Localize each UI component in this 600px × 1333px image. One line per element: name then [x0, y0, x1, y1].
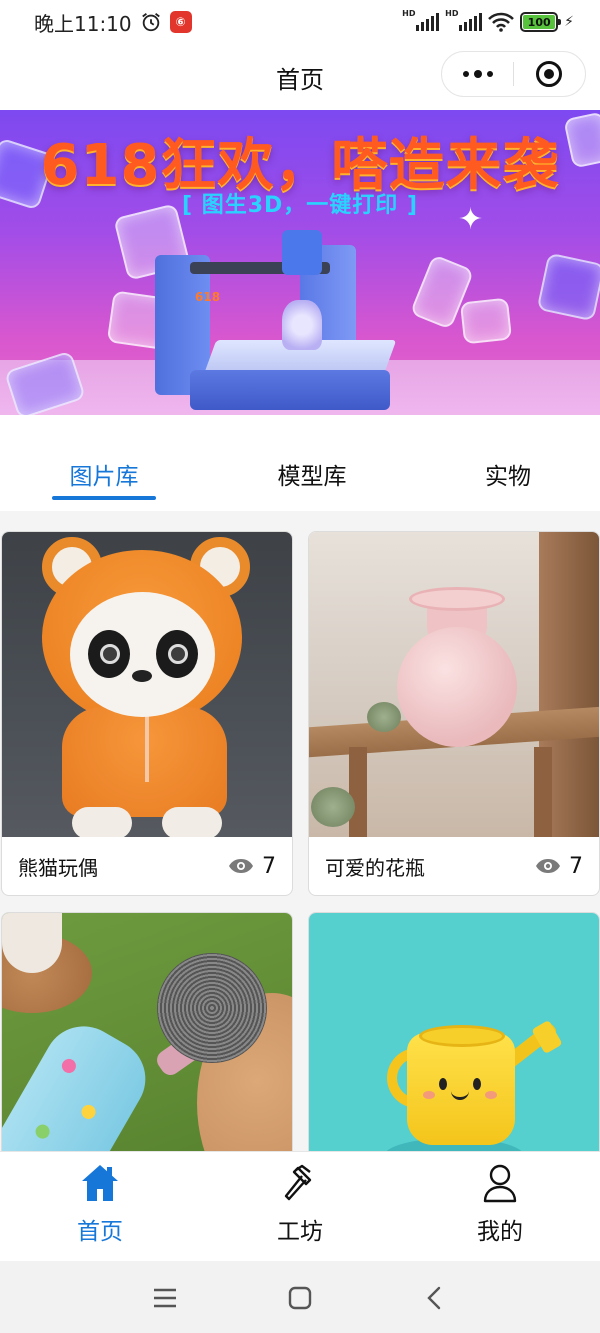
- succulent: [367, 702, 401, 732]
- tabbar-label: 我的: [477, 1219, 523, 1245]
- system-navigation-bar: [0, 1261, 600, 1333]
- printed-model: [282, 300, 322, 350]
- mic-decoration: [78, 1102, 99, 1122]
- panda-foot: [72, 807, 132, 837]
- vase-lip: [409, 587, 505, 611]
- card-title: 可爱的花瓶: [325, 855, 425, 880]
- can-body: [407, 1033, 515, 1145]
- alarm-icon: [141, 13, 160, 32]
- status-right: HD HD 100 ⚡: [402, 9, 574, 32]
- decor-cube: [459, 297, 513, 345]
- hammer-icon: [284, 1164, 312, 1201]
- tab-model-library[interactable]: 模型库: [247, 457, 377, 490]
- status-time: 晚上11:10: [34, 11, 132, 36]
- signal-icon-2: HD: [445, 9, 483, 31]
- table-leg: [349, 747, 367, 837]
- can-eye: [439, 1078, 447, 1090]
- app-notification-icon: ⑥: [169, 11, 192, 33]
- 3d-printer-illustration: 618: [150, 220, 400, 410]
- decor-cube: [536, 252, 600, 322]
- banner-subline: [ 图生3D，一键打印 ]: [182, 193, 418, 218]
- can-top: [419, 1025, 505, 1047]
- vase-body: [397, 627, 517, 747]
- signal-icon-1: HD: [402, 9, 440, 31]
- panda-face: [70, 592, 215, 717]
- miniprogram-capsule: [441, 51, 586, 97]
- back-icon[interactable]: [420, 1283, 450, 1313]
- tabbar-label: 首页: [77, 1219, 123, 1245]
- printer-base: [190, 370, 390, 410]
- signal-label: HD: [445, 9, 459, 18]
- tabbar-label: 工坊: [277, 1219, 323, 1245]
- image-card[interactable]: [1, 912, 293, 1151]
- view-count: 7: [535, 854, 583, 879]
- eye-icon: [536, 859, 560, 873]
- mic-grille: [157, 953, 267, 1063]
- category-tabs: 图片库 模型库 实物: [0, 415, 600, 511]
- image-grid: 熊猫玩偶 7 可爱的花瓶 7: [0, 511, 600, 1151]
- home-button-icon[interactable]: [285, 1283, 315, 1313]
- promo-banner[interactable]: ✦ 618 618狂欢，嗒造来袭 [ 图生3D，一键打印 ]: [0, 110, 600, 415]
- printer-label: 618: [195, 290, 221, 304]
- eye-icon: [229, 859, 253, 873]
- home-icon: [82, 1165, 118, 1201]
- image-card[interactable]: 可爱的花瓶 7: [308, 531, 600, 896]
- status-left: 晚上11:10 ⑥: [34, 8, 192, 37]
- image-card[interactable]: [308, 912, 600, 1151]
- succulent: [311, 787, 355, 827]
- can-blush: [423, 1091, 435, 1099]
- tab-image-library[interactable]: 图片库: [39, 457, 169, 490]
- card-footer: 熊猫玩偶 7: [2, 837, 292, 895]
- charging-icon: ⚡: [564, 14, 574, 30]
- navigation-bar: 首页: [0, 44, 600, 110]
- can-blush: [485, 1091, 497, 1099]
- tabbar-item-profile[interactable]: 我的: [440, 1162, 560, 1246]
- view-count: 7: [228, 854, 276, 879]
- more-menu-button[interactable]: [442, 51, 513, 97]
- wifi-icon: [488, 12, 515, 32]
- mic-decoration: [33, 1122, 53, 1142]
- battery-icon: 100: [520, 12, 562, 32]
- signal-label: HD: [402, 9, 416, 18]
- active-tab-indicator: [52, 496, 156, 500]
- panda-eye: [88, 630, 130, 678]
- view-count-value: 7: [569, 853, 583, 879]
- mic-cup: [2, 913, 62, 973]
- table-leg: [534, 747, 552, 837]
- card-title: 熊猫玩偶: [18, 855, 98, 880]
- user-icon: [483, 1164, 517, 1203]
- panda-nose: [132, 670, 152, 682]
- card-image-panda: [2, 532, 292, 837]
- panda-foot: [162, 807, 222, 837]
- can-eye: [473, 1078, 481, 1090]
- panda-zipper: [145, 712, 149, 782]
- image-card[interactable]: 熊猫玩偶 7: [1, 531, 293, 896]
- card-image-watering-can: [309, 913, 599, 1151]
- card-image-vase: [309, 532, 599, 837]
- status-bar: 晚上11:10 ⑥ HD HD 100 ⚡: [0, 0, 600, 44]
- card-footer: 可爱的花瓶 7: [309, 837, 599, 895]
- tabbar-item-workshop[interactable]: 工坊: [240, 1162, 360, 1246]
- bottom-tab-bar: 首页 工坊 我的: [0, 1151, 600, 1261]
- tab-physical[interactable]: 实物: [443, 457, 573, 490]
- battery-level: 100: [523, 15, 556, 29]
- panda-eye: [156, 630, 198, 678]
- close-miniprogram-button[interactable]: [514, 51, 585, 97]
- close-circle-icon: [536, 61, 563, 87]
- printer-head: [282, 230, 322, 275]
- card-image-microphone: [2, 913, 292, 1151]
- mic-handle: [2, 1011, 160, 1151]
- recent-apps-icon[interactable]: [150, 1283, 180, 1313]
- tabbar-item-home[interactable]: 首页: [40, 1162, 160, 1246]
- mic-decoration: [59, 1056, 79, 1076]
- view-count-value: 7: [262, 853, 276, 879]
